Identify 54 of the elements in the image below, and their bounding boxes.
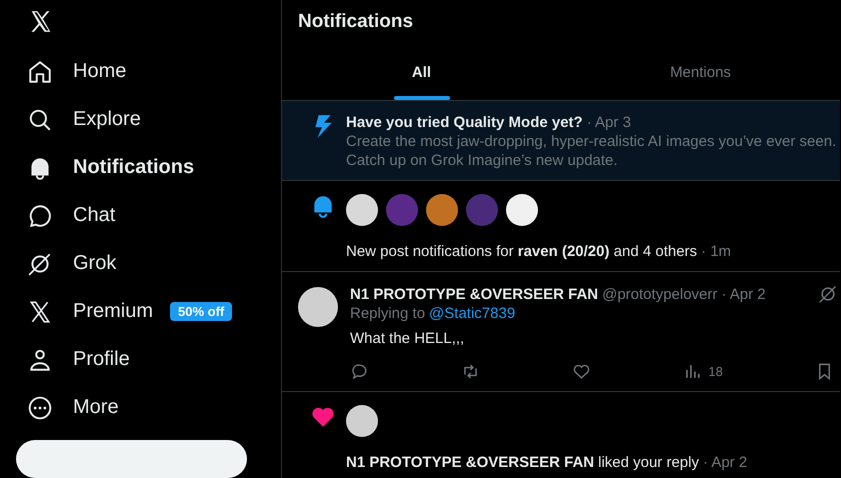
avatar[interactable]	[506, 194, 538, 226]
more-icon	[27, 394, 53, 421]
user-handle[interactable]: @prototypeloverr	[602, 284, 718, 304]
notification-text: Create the most jaw-dropping, hyper-realistic AI images you’ve ever seen.	[346, 132, 838, 151]
nav-label: Home	[73, 60, 126, 84]
nav-label: Explore	[73, 108, 141, 132]
nav-item[interactable]: More	[27, 384, 281, 432]
x-icon	[27, 298, 53, 325]
notification-text: New post notifications for raven (20/20) and 4 others	[346, 243, 698, 260]
discount-badge: 50% off	[170, 302, 232, 322]
heart-icon[interactable]	[572, 362, 592, 381]
nav-label: Premium	[73, 300, 154, 324]
timestamp: · Apr 2	[721, 284, 766, 304]
avatar[interactable]	[346, 194, 378, 226]
reply-icon[interactable]	[350, 362, 369, 381]
slashed-circle-icon	[27, 250, 53, 277]
tab[interactable]: Mentions	[561, 44, 840, 100]
nav-item[interactable]: Premium 50% off	[27, 288, 281, 336]
nav-item[interactable]: Home	[27, 48, 281, 96]
chat-icon	[27, 202, 53, 229]
nav-item[interactable]: Chat	[27, 192, 281, 240]
page-title: Notifications	[298, 11, 414, 33]
mention-link[interactable]: @Static7839	[429, 304, 516, 323]
notification-row[interactable]: Have you tried Quality Mode yet? · Apr 3 Create the most jaw-dropping, hyper-realistic AI images you’ve ever seen. Catch up on Grok Imagine’s new update.	[282, 101, 840, 181]
timestamp: · Apr 3	[586, 113, 631, 132]
notification-row[interactable]: New post notifications for raven (20/20) and 4 others · 1m	[282, 181, 840, 272]
replying-label: Replying to	[350, 304, 426, 323]
nav-label: Notifications	[73, 156, 194, 180]
notification-text: Catch up on Grok Imagine’s new update.	[346, 151, 619, 170]
notification-text: liked your reply	[598, 454, 699, 471]
home-icon	[27, 58, 53, 85]
timestamp: · Apr 2	[703, 454, 748, 471]
views-icon[interactable]	[683, 362, 702, 381]
user-name[interactable]: N1 PROTOTYPE &OVERSEER FAN	[346, 454, 594, 471]
nav-label: Profile	[73, 348, 130, 372]
notification-title: Have you tried Quality Mode yet?	[346, 113, 583, 132]
nav-item[interactable]: Explore	[27, 96, 281, 144]
nav-item[interactable]: Profile	[27, 336, 281, 384]
timestamp: · 1m	[701, 243, 732, 260]
tab[interactable]: All	[282, 44, 561, 100]
post-button[interactable]	[16, 440, 247, 478]
nav-item[interactable]: Notifications	[27, 144, 281, 192]
slashed-circle-icon[interactable]	[818, 284, 838, 304]
notification-row[interactable]: N1 PROTOTYPE &OVERSEER FAN liked your reply · Apr 2	[282, 392, 840, 478]
notification-row[interactable]: N1 PROTOTYPE &OVERSEER FAN @prototypeloverr · Apr 2 Replying to @Static7839 What the HELL,,, 18	[282, 272, 840, 392]
nav-item[interactable]: Grok	[27, 240, 281, 288]
avatar[interactable]	[346, 405, 378, 437]
nav-label: Chat	[73, 204, 116, 228]
view-count: 18	[708, 363, 723, 381]
nav-label: Grok	[73, 252, 116, 276]
nav-label: More	[73, 396, 119, 420]
post-text: What the HELL,,,	[350, 329, 466, 348]
user-name[interactable]: N1 PROTOTYPE &OVERSEER FAN	[350, 284, 598, 304]
avatar[interactable]	[298, 287, 338, 327]
